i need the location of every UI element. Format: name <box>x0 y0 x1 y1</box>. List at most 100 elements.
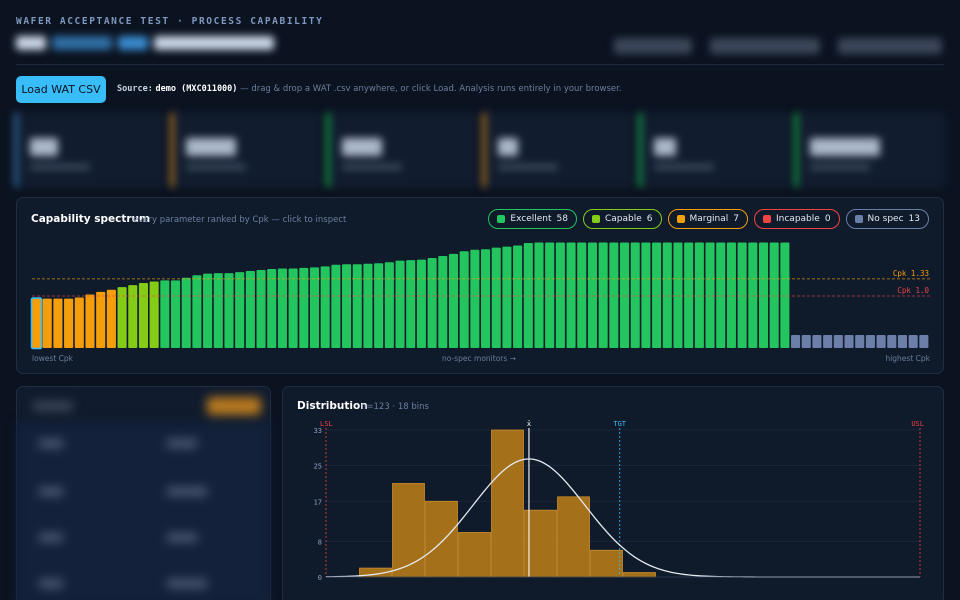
header-divider <box>16 64 944 65</box>
spectrum-bar[interactable] <box>545 242 555 348</box>
spectrum-bar[interactable] <box>224 273 234 348</box>
spectrum-bar[interactable] <box>277 268 287 348</box>
spectrum-bar[interactable] <box>502 246 512 348</box>
histogram-bar <box>557 496 590 578</box>
spectrum-bar[interactable] <box>352 264 362 348</box>
spectrum-bar-no-spec[interactable] <box>801 335 811 348</box>
spectrum-bar-no-spec[interactable] <box>887 335 897 348</box>
spectrum-bar-no-spec[interactable] <box>812 335 822 348</box>
spectrum-bar[interactable] <box>438 255 448 348</box>
spectrum-bar[interactable] <box>662 242 672 348</box>
header-meta-1-blurred <box>614 38 692 54</box>
spectrum-bar-no-spec[interactable] <box>897 335 908 348</box>
kpi-card <box>794 112 946 188</box>
spectrum-bar[interactable] <box>491 247 501 348</box>
spectrum-bar[interactable] <box>138 283 148 348</box>
spectrum-bar[interactable] <box>577 242 587 348</box>
spectrum-bar-no-spec[interactable] <box>833 335 843 348</box>
spectrum-bar[interactable] <box>534 242 544 348</box>
spectrum-bar[interactable] <box>288 268 298 348</box>
spectrum-bar[interactable] <box>256 270 266 348</box>
spectrum-bar[interactable] <box>726 242 736 348</box>
spectrum-bar[interactable] <box>342 264 352 348</box>
spectrum-bar[interactable] <box>42 298 52 348</box>
y-tick-label: 0 <box>318 574 322 582</box>
spectrum-bar[interactable] <box>609 242 619 348</box>
spectrum-bar[interactable] <box>705 242 715 348</box>
spectrum-bar[interactable] <box>32 298 42 348</box>
app-kicker: WAFER ACCEPTANCE TEST · PROCESS CAPABILI… <box>16 16 324 27</box>
spectrum-bar[interactable] <box>416 259 426 348</box>
spectrum-bar[interactable] <box>694 242 704 348</box>
spectrum-bar[interactable] <box>85 294 95 348</box>
marker-label: LSL <box>320 420 333 428</box>
spectrum-bar[interactable] <box>331 264 341 348</box>
spectrum-bar[interactable] <box>395 260 405 348</box>
spectrum-bar[interactable] <box>769 242 779 348</box>
spectrum-bar[interactable] <box>652 242 662 348</box>
spectrum-bar[interactable] <box>448 253 459 348</box>
spectrum-bar[interactable] <box>53 298 63 348</box>
spectrum-bar[interactable] <box>470 249 480 348</box>
spectrum-bar[interactable] <box>758 242 769 348</box>
spectrum-bar[interactable] <box>630 242 640 348</box>
spectrum-bar[interactable] <box>267 268 277 348</box>
spectrum-bar[interactable] <box>245 271 255 348</box>
spectrum-bar[interactable] <box>192 275 202 348</box>
spectrum-bar[interactable] <box>149 281 159 348</box>
spectrum-bar[interactable] <box>203 273 213 348</box>
spectrum-bar[interactable] <box>160 280 170 348</box>
spectrum-bar-no-spec[interactable] <box>823 335 833 348</box>
spectrum-bar[interactable] <box>587 242 597 348</box>
spectrum-bar[interactable] <box>641 242 651 348</box>
spectrum-bar[interactable] <box>374 263 384 348</box>
spectrum-bar[interactable] <box>181 277 191 348</box>
spectrum-bar[interactable] <box>523 242 533 348</box>
spectrum-bar[interactable] <box>780 242 790 348</box>
capability-spectrum-panel: Capability spectrum every parameter rank… <box>16 197 944 374</box>
spectrum-bar[interactable] <box>459 251 469 348</box>
spectrum-bar[interactable] <box>566 242 576 348</box>
kpi-row-blurred <box>14 112 946 188</box>
spectrum-bar[interactable] <box>64 298 74 348</box>
spectrum-bar[interactable] <box>737 242 747 348</box>
spectrum-bar[interactable] <box>513 245 523 348</box>
spectrum-bar[interactable] <box>384 262 394 348</box>
spectrum-bar[interactable] <box>213 273 223 348</box>
y-tick-label: 17 <box>314 498 322 506</box>
spectrum-bar-no-spec[interactable] <box>908 335 918 348</box>
spectrum-bar[interactable] <box>170 280 181 348</box>
spectrum-bar[interactable] <box>363 263 373 348</box>
spectrum-bar[interactable] <box>427 258 437 348</box>
histogram-bar <box>425 500 458 578</box>
spectrum-bar[interactable] <box>684 242 694 348</box>
spectrum-bar-no-spec[interactable] <box>844 335 854 348</box>
spectrum-bar[interactable] <box>309 267 320 348</box>
spectrum-bar[interactable] <box>555 242 565 348</box>
spectrum-bar[interactable] <box>106 289 116 348</box>
spectrum-bar[interactable] <box>619 242 630 348</box>
footer-highest-cpk: highest Cpk <box>885 354 930 363</box>
spectrum-bar[interactable] <box>74 297 84 348</box>
kpi-card <box>482 112 634 188</box>
spectrum-bar-no-spec[interactable] <box>865 335 875 348</box>
kpi-card <box>326 112 478 188</box>
spectrum-bar[interactable] <box>748 242 758 348</box>
spectrum-bar[interactable] <box>481 249 491 348</box>
spectrum-bar-no-spec[interactable] <box>876 335 886 348</box>
spectrum-bar[interactable] <box>299 267 309 348</box>
load-wat-csv-button[interactable]: Load WAT CSV <box>16 76 106 103</box>
spectrum-bar[interactable] <box>235 272 245 348</box>
spectrum-bar[interactable] <box>406 260 416 348</box>
y-tick-label: 33 <box>314 427 322 435</box>
spectrum-bar[interactable] <box>673 242 683 348</box>
spectrum-bar[interactable] <box>716 242 726 348</box>
spectrum-bar-no-spec[interactable] <box>919 335 929 348</box>
spectrum-bar[interactable] <box>598 242 608 348</box>
spectrum-bar[interactable] <box>128 285 138 348</box>
distribution-chart: 0 8 17 25 33LSL x̄ TGT USL <box>314 420 924 582</box>
cpk-reference-label: Cpk 1.0 <box>897 286 929 295</box>
spectrum-bar[interactable] <box>96 291 106 348</box>
spectrum-bar-no-spec[interactable] <box>855 335 865 348</box>
spectrum-bar-no-spec[interactable] <box>791 335 801 348</box>
